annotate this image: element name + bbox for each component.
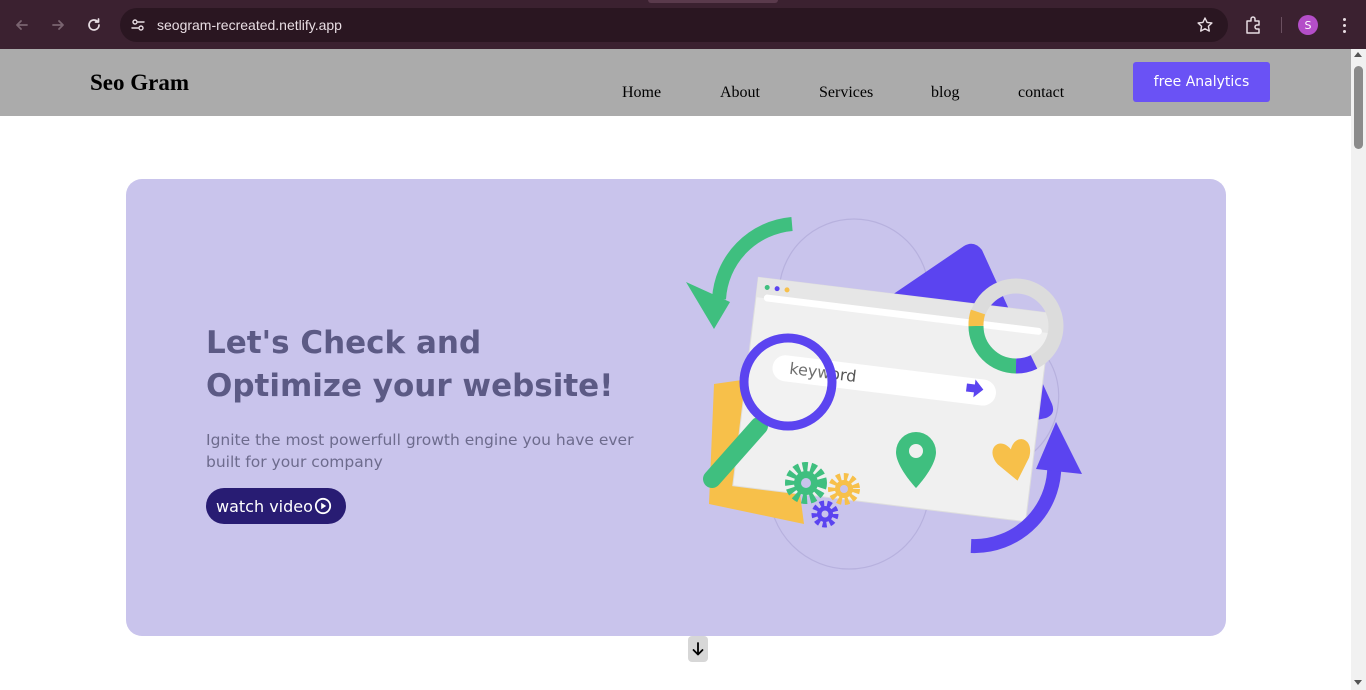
profile-avatar[interactable]: S	[1298, 15, 1318, 35]
purple-arrow-head	[1036, 422, 1082, 474]
active-tab-edge	[648, 0, 778, 3]
back-arrow-icon	[16, 20, 28, 30]
nav-link-services[interactable]: Services	[819, 84, 873, 102]
back-button[interactable]	[9, 12, 35, 38]
hero-title: Let's Check and Optimize your website!	[206, 325, 614, 404]
reload-icon	[88, 18, 100, 31]
nav-link-blog[interactable]: blog	[931, 84, 959, 102]
scroll-up-arrow-icon[interactable]	[1354, 52, 1362, 57]
bookmark-star-icon[interactable]	[1196, 16, 1214, 34]
free-analytics-button[interactable]: free Analytics	[1133, 62, 1270, 102]
kebab-menu-icon[interactable]	[1334, 14, 1354, 36]
nav-link-about[interactable]: About	[720, 84, 760, 102]
seo-illustration: keyword	[686, 217, 1082, 570]
scroll-down-button[interactable]	[688, 636, 708, 662]
address-bar[interactable]: seogram-recreated.netlify.app	[120, 8, 1228, 42]
hero-section: Let's Check and Optimize your website! I…	[126, 179, 1226, 636]
nav-link-home[interactable]: Home	[622, 84, 661, 102]
down-arrow-icon	[692, 642, 704, 656]
forward-arrow-icon	[52, 20, 64, 30]
browser-toolbar: seogram-recreated.netlify.app S	[0, 0, 1366, 49]
scroll-down-arrow-icon[interactable]	[1354, 680, 1362, 685]
brand-logo[interactable]: Seo Gram	[90, 70, 189, 96]
play-circle-icon	[314, 497, 332, 515]
scrollbar-thumb[interactable]	[1354, 66, 1363, 149]
toolbar-separator	[1281, 17, 1282, 33]
reload-button[interactable]	[81, 12, 107, 38]
hero-subtitle: Ignite the most powerfull growth engine …	[206, 431, 634, 471]
watch-video-label: watch video	[216, 496, 313, 516]
nav-link-contact[interactable]: contact	[1018, 84, 1064, 102]
extensions-icon[interactable]	[1243, 14, 1265, 36]
forward-button[interactable]	[45, 12, 71, 38]
watch-video-button[interactable]: watch video	[206, 488, 346, 524]
url-text[interactable]: seogram-recreated.netlify.app	[157, 17, 342, 33]
site-header: Seo Gram Home About Services blog contac…	[0, 49, 1351, 116]
site-info-icon[interactable]	[128, 15, 148, 35]
